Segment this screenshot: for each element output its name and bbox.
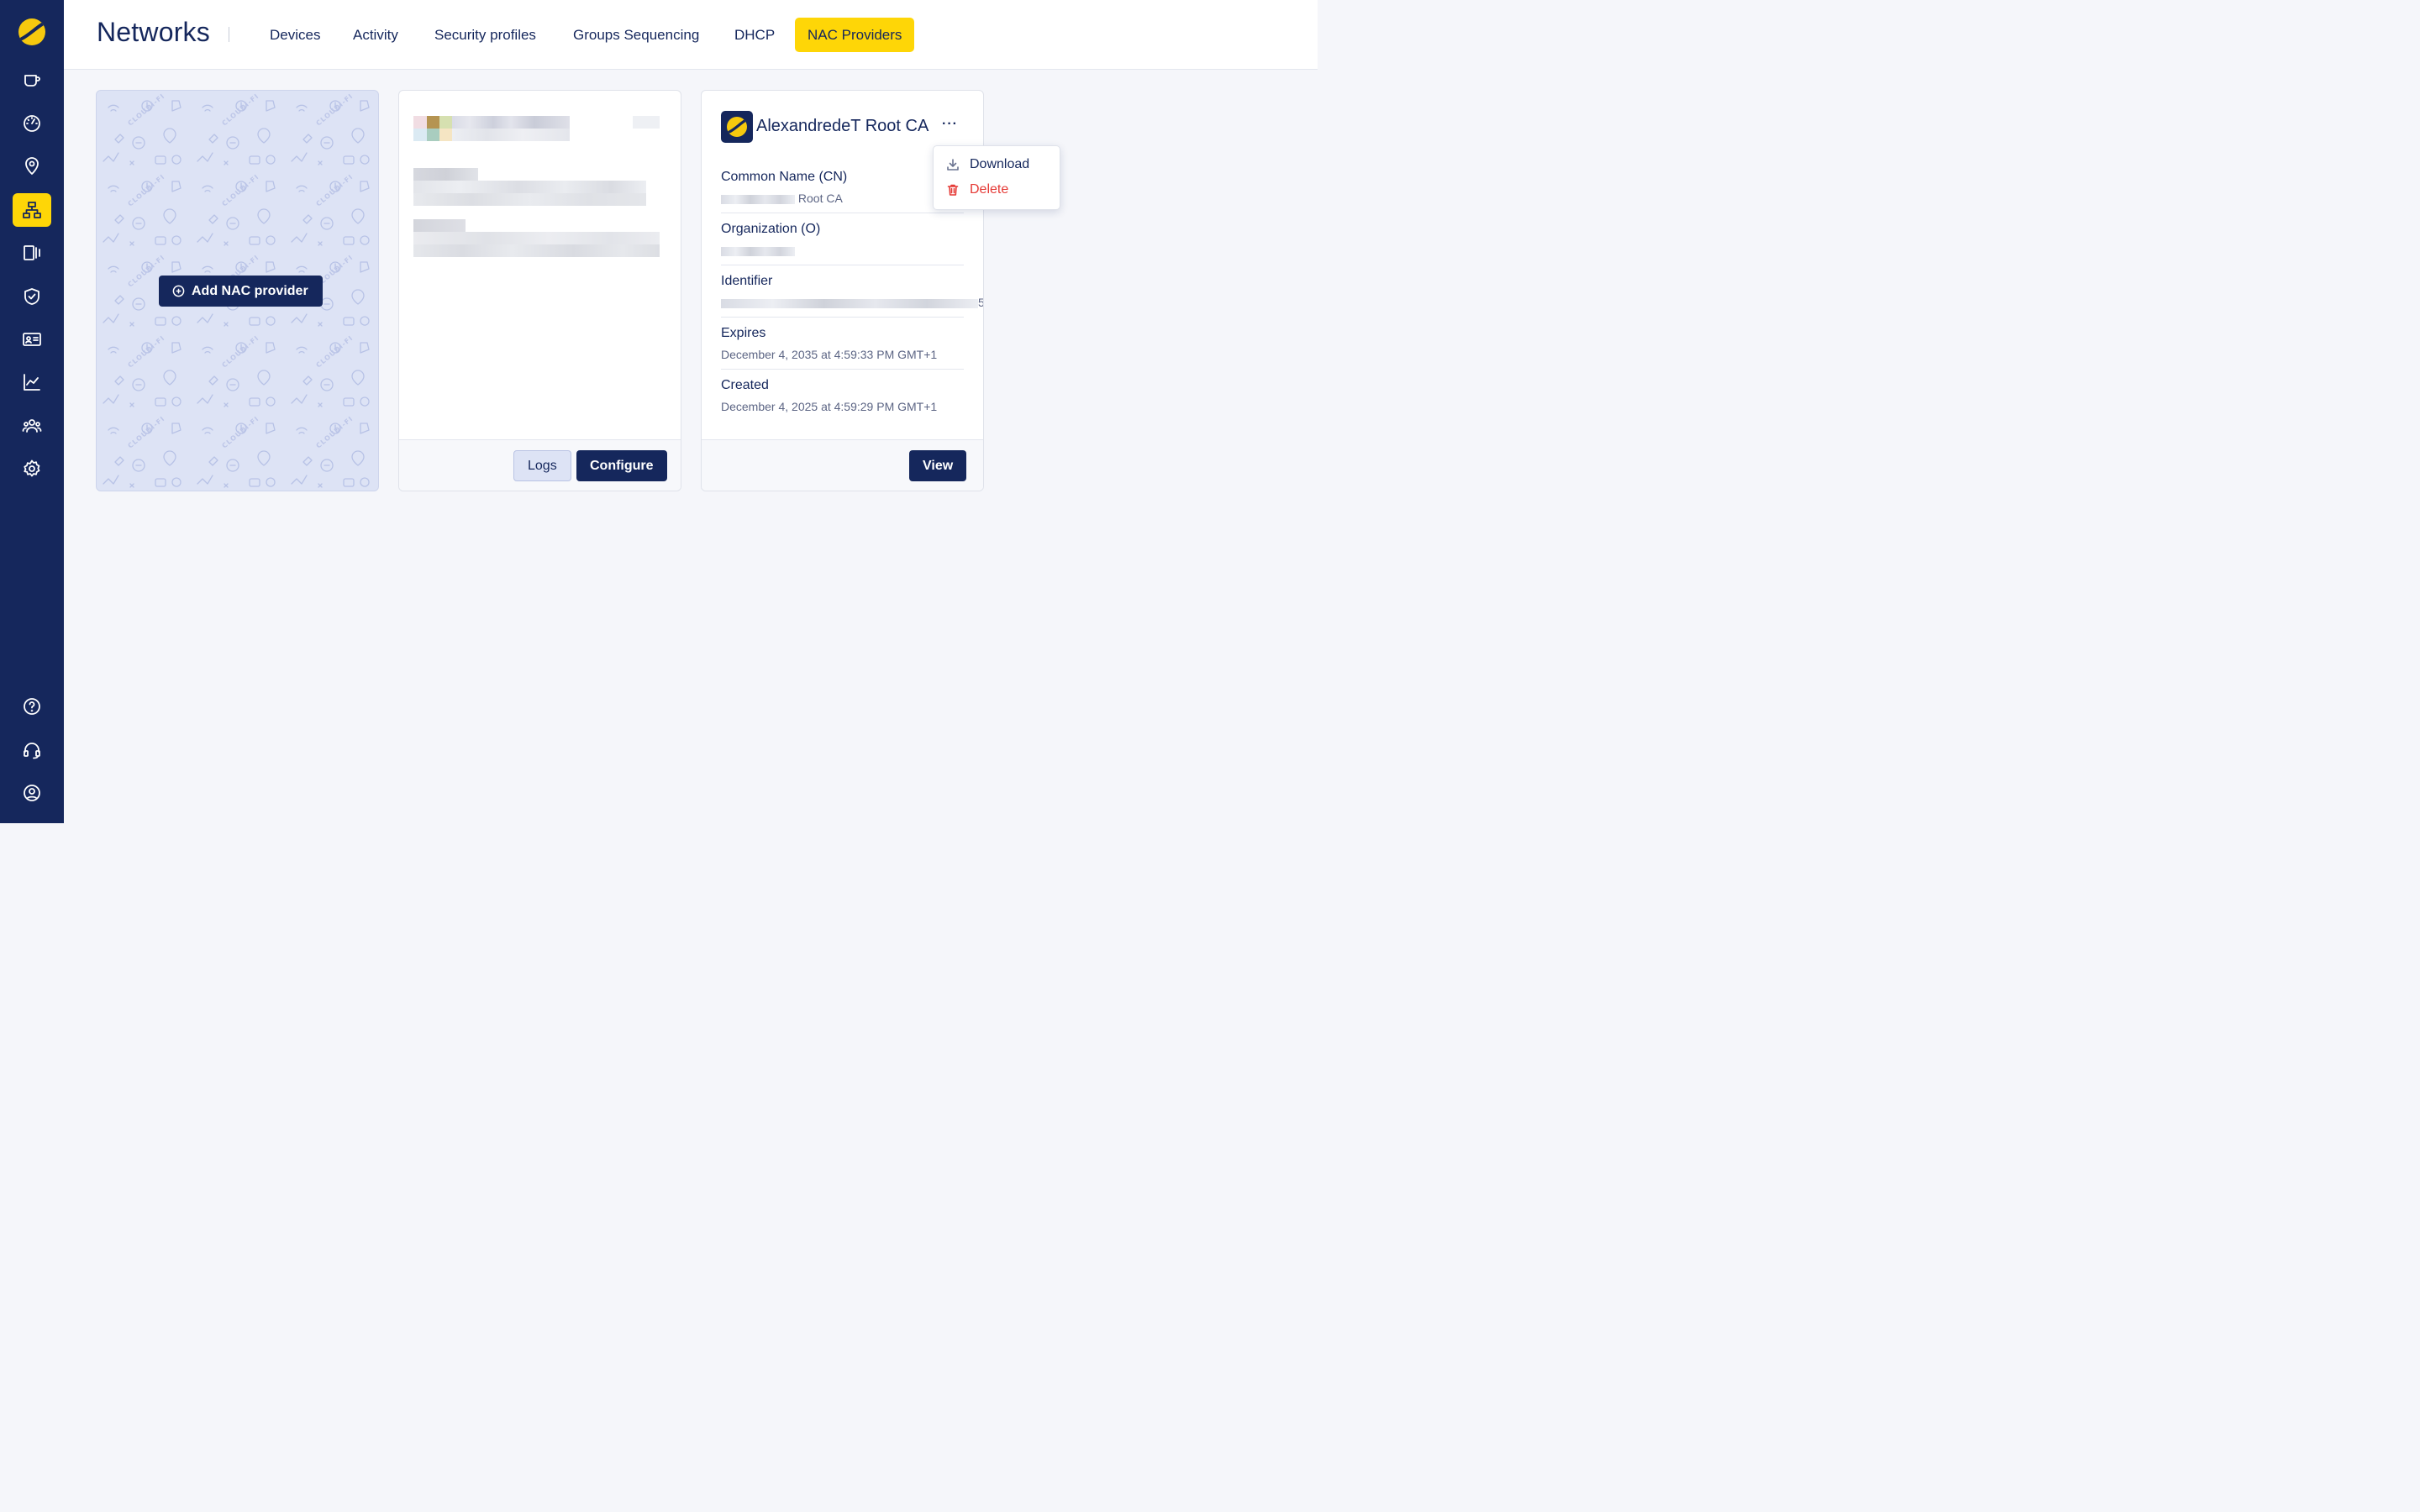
field-label: Common Name (CN) [721,170,848,184]
page-title: Networks [97,17,210,47]
tab-groups-sequencing[interactable]: Groups Sequencing [573,18,699,52]
analytics-icon[interactable] [13,365,51,399]
field-value [721,244,964,257]
ca-logo-icon [721,111,753,143]
field-value: December 4, 2025 at 4:59:29 PM GMT+1 [721,400,938,413]
field-value: 5 [721,296,983,309]
field-label: Created [721,378,769,392]
more-options-button[interactable]: ··· [942,118,958,131]
field-common-name: Common Name (CN) Root CA [721,170,964,213]
menu-item-delete[interactable]: Delete [946,180,1008,200]
cloudi-fi-logo[interactable] [18,18,45,45]
shield-icon[interactable] [13,280,51,313]
card-footer: View [702,439,983,491]
menu-item-download[interactable]: Download [946,155,1029,175]
tab-nac-providers[interactable]: NAC Providers [795,18,915,52]
view-button[interactable]: View [909,450,967,481]
card-footer: Logs Configure [399,439,681,491]
location-icon[interactable] [13,150,51,183]
add-nac-provider-card: CLOUDI-FI Add NAC provider [96,90,379,491]
support-icon[interactable] [13,733,51,767]
tab-activity[interactable]: Activity [353,18,398,52]
download-label: Download [970,157,1030,171]
field-label: Identifier [721,274,773,288]
page-header: Networks Devices Activity Security profi… [64,0,1318,70]
account-icon[interactable] [13,776,51,810]
users-icon[interactable] [13,409,51,443]
settings-icon[interactable] [13,452,51,486]
coffee-icon[interactable] [13,64,51,97]
network-icon[interactable] [13,193,51,227]
field-value: December 4, 2035 at 4:59:33 PM GMT+1 [721,348,938,361]
id-card-icon[interactable] [13,323,51,356]
add-nac-provider-label: Add NAC provider [192,283,308,298]
tab-devices[interactable]: Devices [270,18,320,52]
dashboard-icon[interactable] [13,107,51,140]
tab-dhcp[interactable]: DHCP [734,18,775,52]
download-icon [947,159,959,171]
tab-security-profiles[interactable]: Security profiles [434,18,536,52]
plus-circle-icon [172,285,185,297]
add-nac-provider-button[interactable]: Add NAC provider [159,276,323,307]
field-value: Root CA [721,192,964,205]
sidebar [0,0,64,823]
help-icon[interactable] [13,690,51,723]
field-expires: Expires December 4, 2035 at 4:59:33 PM G… [721,326,964,370]
field-created: Created December 4, 2025 at 4:59:29 PM G… [721,378,964,413]
devices-icon[interactable] [13,236,51,270]
trash-icon [947,184,959,196]
field-identifier: Identifier 5 [721,274,983,318]
field-label: Expires [721,326,766,340]
field-organization: Organization (O) [721,222,964,265]
ca-title: AlexandredeT Root CA [756,117,929,135]
nac-provider-card: Logs Configure [398,90,681,491]
delete-label: Delete [970,182,1009,197]
field-label: Organization (O) [721,222,821,236]
configure-button[interactable]: Configure [576,450,667,481]
logs-button[interactable]: Logs [513,450,571,481]
